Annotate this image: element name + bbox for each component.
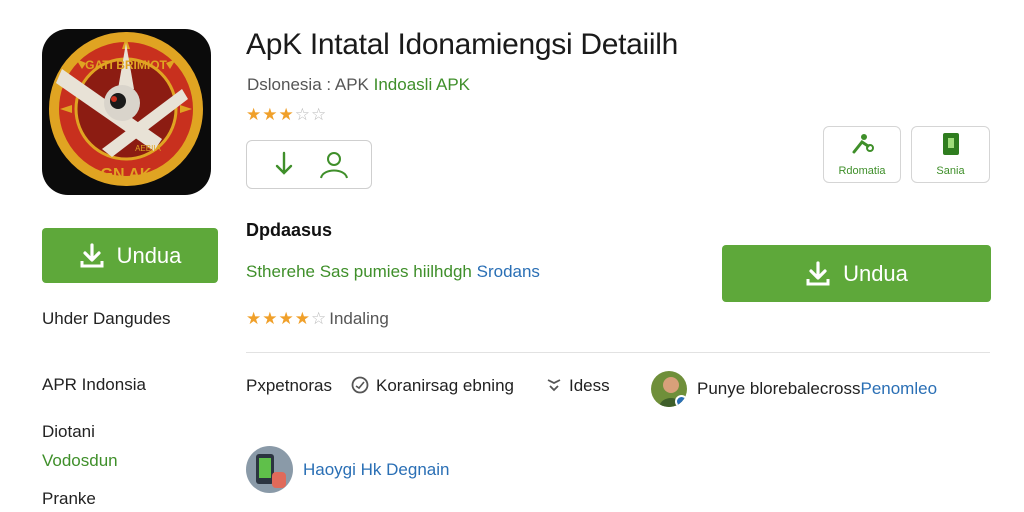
meta-item-4-label: Punye blorebalecross	[697, 379, 861, 398]
download-icon	[80, 242, 104, 267]
section-links: Stherehe Sas pumies hiilhdgh Srodans	[246, 262, 540, 282]
share-icon	[848, 132, 876, 161]
meta-item-2-label: Koranirsag ebning	[376, 376, 514, 395]
developer-avatar	[246, 446, 293, 493]
user-icon[interactable]	[317, 148, 351, 182]
left-item[interactable]: Vodosdun	[42, 451, 118, 471]
download-button-right[interactable]: Undua	[722, 245, 991, 302]
app-icon: GATI BRIMIOT AEBIIA GN AK	[42, 29, 211, 195]
star-filled-icon: ★★★★	[246, 309, 311, 328]
download-icon	[806, 260, 830, 285]
subtitle-accent-link[interactable]: Indoasli APK	[374, 75, 470, 94]
developer-row[interactable]: Haoygi Hk Degnain	[246, 446, 449, 493]
document-icon	[940, 132, 962, 161]
star-empty-icon: ☆	[310, 309, 328, 328]
divider	[246, 352, 990, 353]
section-link-green[interactable]: Stherehe Sas pumies hiilhdgh	[246, 262, 472, 281]
meta-item-1: Pxpetnoras	[246, 376, 332, 396]
meta-item-2[interactable]: Koranirsag ebning	[350, 376, 514, 396]
meta-item-3[interactable]: Idess	[545, 376, 610, 396]
tile-share-label: Rdomatia	[838, 165, 886, 177]
svg-text:AEBIIA: AEBIIA	[135, 144, 161, 153]
svg-text:GATI BRIMIOT: GATI BRIMIOT	[85, 58, 167, 72]
meta-item-4-link[interactable]: Penomleo	[860, 379, 937, 399]
subtitle-prefix: Dslonesia : APK	[247, 75, 374, 94]
developer-name[interactable]: Haoygi Hk Degnain	[303, 460, 449, 480]
chat-bubble-icon	[350, 376, 370, 396]
verified-badge-icon	[675, 395, 687, 407]
quick-actions	[246, 140, 372, 189]
tile-share[interactable]: Rdomatia	[823, 126, 901, 183]
app-emblem-icon: GATI BRIMIOT AEBIIA GN AK	[49, 32, 203, 186]
shield-check-icon	[545, 376, 563, 396]
tile-document-label: Sania	[936, 165, 965, 177]
star-filled-icon: ★★★	[246, 105, 295, 124]
rating-label: Indaling	[329, 309, 389, 328]
download-button-left[interactable]: Undua	[42, 228, 218, 283]
meta-item-3-label: Idess	[569, 376, 610, 395]
app-title: ApK Intatal Idonamiengsi Detaiilh	[246, 28, 679, 61]
meta-item-4[interactable]: Punye blorebalecross Penomleo	[651, 371, 937, 407]
rating-stars-top: ★★★☆☆	[246, 105, 327, 125]
left-item[interactable]: Uhder Dangudes	[42, 309, 171, 329]
svg-text:GN AK: GN AK	[101, 166, 152, 183]
star-empty-icon: ☆☆	[294, 105, 328, 124]
left-item[interactable]: APR Indonsia	[42, 375, 146, 395]
section-link-blue[interactable]: Srodans	[477, 262, 540, 281]
meta-item-1-label: Pxpetnoras	[246, 376, 332, 395]
left-item[interactable]: Diotani	[42, 422, 95, 442]
rating-stars-mid: ★★★★☆ Indaling	[246, 309, 389, 329]
avatar	[651, 371, 687, 407]
download-button-left-label: Undua	[116, 242, 182, 268]
app-subtitle: Dslonesia : APK Indoasli APK	[247, 75, 470, 95]
tile-document[interactable]: Sania	[911, 126, 990, 183]
section-heading: Dpdaasus	[246, 220, 333, 240]
download-arrow-icon[interactable]	[267, 148, 301, 182]
left-item[interactable]: Pranke	[42, 489, 96, 509]
download-button-right-label: Undua	[843, 260, 908, 286]
